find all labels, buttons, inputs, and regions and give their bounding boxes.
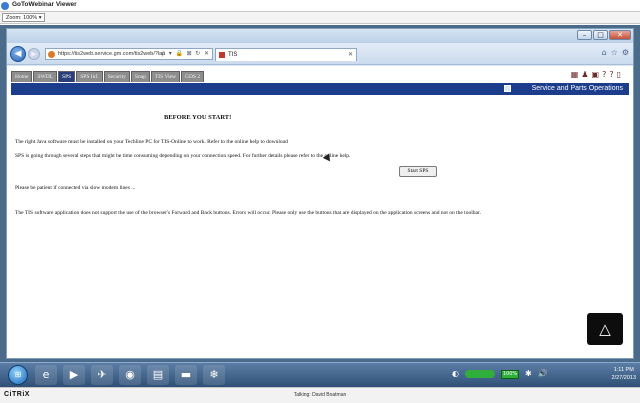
browser-buttons-warning-text: The TIS software application does not su… [15,210,481,216]
taskbar-firefox-icon[interactable]: ◉ [119,365,141,385]
tray-volume-icon[interactable]: 🔊 [538,366,548,382]
address-tools[interactable]: ρ ▾ 🔒 ⊠ ↻ ✕ [162,49,210,59]
tis-header-title: Service and Parts Operations [531,85,623,92]
taskbar-app-icon[interactable]: ✈ [91,365,113,385]
talking-indicator: Talking: David Boatman [293,392,347,398]
service-parts-logo-icon [504,85,511,92]
browser-window: – □ ✕ ◀ ▶ https://tis2web.service.gm.com… [6,28,634,359]
browser-tab-tis[interactable]: TIS ✕ [215,48,357,61]
tis-tab-swdl[interactable]: SWDL [33,71,58,82]
taskbar-explorer-icon[interactable]: ▤ [147,365,169,385]
remote-desktop: – □ ✕ ◀ ▶ https://tis2web.service.gm.com… [0,25,640,387]
system-tray: ◐ 100% ✱ 🔊 [452,366,548,382]
home-icon[interactable]: ⌂ [602,48,607,57]
taskbar-calendar-icon[interactable]: ▬ [175,365,197,385]
tis-tool-user-icon[interactable]: ♟ [581,70,588,80]
clock-date: 2/27/2013 [611,375,636,381]
browser-right-icons: ⌂ ☆ ⚙ [602,48,629,57]
tis-tool-context-help-icon[interactable]: ? [609,70,613,80]
tis-tab-snap[interactable]: Snap [130,71,150,82]
tab-close-icon[interactable]: ✕ [348,49,353,61]
taskbar-clock[interactable]: 1:11 PM 2/27/2013 [612,366,636,382]
tis-tool-icons: ▦ ♟ ▣ ? ? ▯ [571,70,621,80]
window-controls: – □ ✕ [577,30,631,40]
zoom-dropdown[interactable]: Zoom: 100% ▾ [2,13,46,22]
clock-time: 1:11 PM [613,367,634,373]
browser-navigation-bar: ◀ ▶ https://tis2web.service.gm.com/tis2w… [7,43,633,65]
browser-title-bar: – □ ✕ [7,29,633,43]
citrix-status-bar: CiTRiX Talking: David Boatman [0,387,640,403]
tab-title: TIS [228,52,238,58]
tis-tab-home[interactable]: Home [11,71,33,82]
taskbar-media-player-icon[interactable]: ▶ [63,365,85,385]
close-button[interactable]: ✕ [609,30,631,40]
tis-page: Home SWDL SPS SPS Inf. Security Snap TIS View G… [7,66,633,358]
site-icon [48,51,55,58]
java-requirement-text: The right Java software must be installe… [15,139,288,145]
citrix-toolbar-icon[interactable]: △ [587,313,623,345]
tis-tab-sps-inf[interactable]: SPS Inf. [76,71,103,82]
tis-tool-help-icon[interactable]: ? [602,70,606,80]
windows-taskbar: ⊞ e ▶ ✈ ◉ ▤ ▬ ❄ ◐ 100% ✱ 🔊 1:11 PM 2/27/… [0,362,640,387]
forward-button[interactable]: ▶ [28,48,40,60]
tis-tab-security[interactable]: Security [103,71,130,82]
back-button[interactable]: ◀ [10,46,26,62]
tray-battery-badge[interactable]: 100% [500,369,519,379]
slow-modem-text: Please be patient if connected via slow … [15,185,136,191]
gotowebinar-toolbar: Zoom: 100% ▾ [0,12,640,24]
tis-tool-exit-icon[interactable]: ▯ [617,70,621,80]
favorites-icon[interactable]: ☆ [611,48,618,57]
tray-status-pill[interactable] [464,370,495,378]
tab-favicon-icon [219,52,225,58]
tis-tab-strip: Home SWDL SPS SPS Inf. Security Snap TIS View G… [11,71,205,82]
maximize-button[interactable]: □ [593,30,608,40]
gotowebinar-logo-icon [1,2,9,10]
tray-bluetooth-icon[interactable]: ✱ [525,366,532,382]
taskbar-apps: e ▶ ✈ ◉ ▤ ▬ ❄ [35,365,225,385]
tray-network-icon[interactable]: ◐ [452,366,459,382]
tis-header-bar: Service and Parts Operations [11,83,629,95]
tis-tab-gds-2[interactable]: GDS 2 [181,71,205,82]
minimize-button[interactable]: – [577,30,592,40]
gotowebinar-title: GoToWebinar Viewer [12,1,77,8]
address-bar[interactable]: https://tis2web.service.gm.com/tis2web/?… [45,48,213,60]
start-sps-button[interactable]: Start SPS [399,166,437,177]
tis-tool-grid-icon[interactable]: ▦ [571,70,579,80]
gotowebinar-title-bar: GoToWebinar Viewer [0,0,640,12]
taskbar-snowflake-icon[interactable]: ❄ [203,365,225,385]
settings-gear-icon[interactable]: ⚙ [622,48,629,57]
page-heading: BEFORE YOU START! [164,114,232,121]
tis-tool-print-icon[interactable]: ▣ [592,70,600,80]
tis-tab-sps[interactable]: SPS [58,71,76,82]
start-button[interactable]: ⊞ [8,365,28,385]
sps-steps-text: SPS is going through several steps that … [15,153,351,159]
taskbar-ie-icon[interactable]: e [35,365,57,385]
tis-tab-tis-view[interactable]: TIS View [150,71,181,82]
screen: GoToWebinar Viewer Zoom: 100% ▾ – □ ✕ ◀ … [0,0,640,403]
address-url: https://tis2web.service.gm.com/tis2web/?… [58,51,166,57]
